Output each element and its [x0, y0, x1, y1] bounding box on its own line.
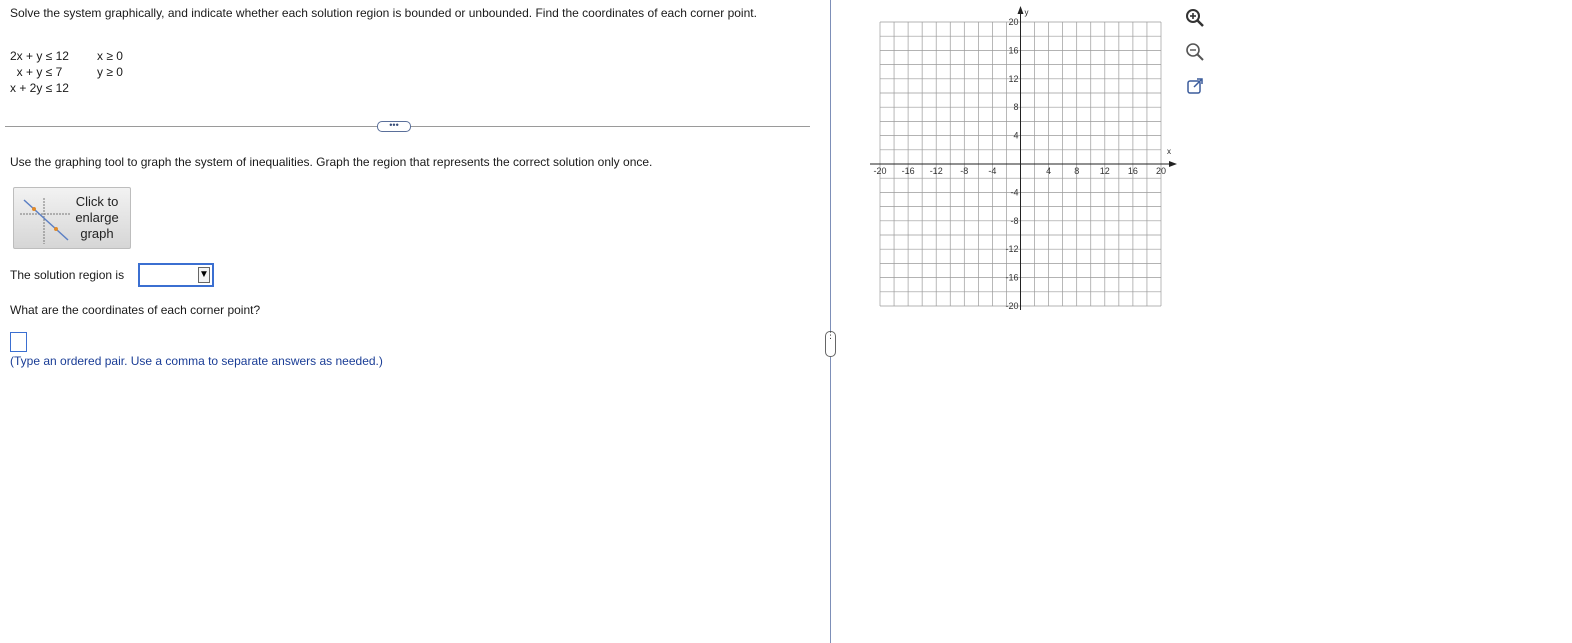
instruction-text: Use the graphing tool to graph the syste…: [10, 155, 653, 169]
popout-icon[interactable]: [1184, 75, 1206, 97]
dropdown-arrow-icon[interactable]: ▼: [198, 267, 210, 283]
x-tick-label: -8: [960, 166, 968, 176]
y-tick-label: -8: [1010, 216, 1018, 226]
coordinate-graph[interactable]: x y -20 -16 -12 -8 -4 4 8 12 16 20 20 16 12 8 4 -4 -8 -12 -1…: [868, 6, 1180, 319]
y-tick-label: -20: [1005, 301, 1018, 311]
y-tick-label: 8: [1013, 102, 1018, 112]
pane-divider: [830, 0, 831, 643]
solution-region-label: The solution region is: [10, 268, 125, 282]
problem-prompt: Solve the system graphically, and indica…: [10, 6, 757, 20]
inequality-column-right: x ≥ 0 y ≥ 0: [97, 48, 123, 80]
inequality-1: 2x + y ≤ 12: [10, 49, 69, 63]
inequality-4: x ≥ 0: [97, 49, 123, 63]
corner-points-input[interactable]: [10, 332, 27, 352]
x-tick-label: -16: [902, 166, 915, 176]
zoom-out-icon[interactable]: [1184, 41, 1206, 63]
x-tick-label: 4: [1046, 166, 1051, 176]
graph-thumbnail-icon: [20, 196, 70, 247]
inequality-2: x + y ≤ 7: [16, 65, 63, 79]
y-axis-arrow-icon: [1017, 6, 1024, 14]
x-axis-label: x: [1167, 147, 1171, 156]
pane-resize-handle[interactable]: ⋮: [825, 331, 836, 357]
corner-points-question: What are the coordinates of each corner …: [10, 303, 261, 317]
x-tick-label: -12: [930, 166, 943, 176]
inequality-3: x + 2y ≤ 12: [10, 81, 69, 95]
zoom-in-icon[interactable]: [1184, 7, 1206, 29]
graph-axes: [870, 6, 1177, 310]
solution-region-dropdown[interactable]: ▼: [138, 263, 214, 287]
y-tick-label: 20: [1008, 17, 1018, 27]
y-tick-label: 4: [1013, 131, 1018, 141]
x-tick-label: -4: [988, 166, 996, 176]
y-axis-label: y: [1025, 8, 1029, 17]
y-tick-label: -16: [1005, 273, 1018, 283]
enlarge-graph-button[interactable]: Click to enlarge graph: [13, 187, 131, 249]
x-tick-label: 12: [1100, 166, 1110, 176]
y-tick-label: -4: [1010, 187, 1018, 197]
enlarge-graph-label: Click to enlarge graph: [75, 194, 119, 241]
x-tick-label: -20: [873, 166, 886, 176]
y-tick-label: 12: [1008, 74, 1018, 84]
x-tick-label: 20: [1156, 166, 1166, 176]
y-tick-label: -12: [1005, 244, 1018, 254]
x-axis-arrow-icon: [1169, 161, 1177, 167]
graph-canvas[interactable]: x y -20 -16 -12 -8 -4 4 8 12 16 20 20 16 12 8 4 -4 -8 -12 -1…: [868, 6, 1180, 316]
x-tick-label: 8: [1074, 166, 1079, 176]
answer-hint: (Type an ordered pair. Use a comma to se…: [10, 354, 383, 368]
more-button[interactable]: •••: [377, 121, 411, 132]
question-pane: Solve the system graphically, and indica…: [0, 0, 830, 643]
inequality-column-left: 2x + y ≤ 12 x + y ≤ 7 x + 2y ≤ 12: [10, 48, 69, 96]
graph-tick-labels: x y -20 -16 -12 -8 -4 4 8 12 16 20 20 16 12 8 4 -4 -8 -12 -1…: [873, 8, 1171, 311]
y-tick-label: 16: [1008, 45, 1018, 55]
x-tick-label: 16: [1128, 166, 1138, 176]
inequality-5: y ≥ 0: [97, 65, 123, 79]
